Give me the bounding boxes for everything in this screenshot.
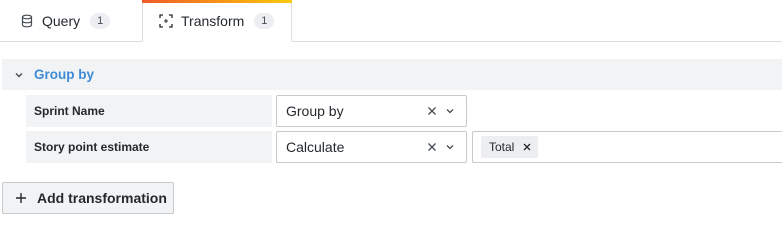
tab-query[interactable]: Query 1 bbox=[20, 0, 111, 42]
active-tab-indicator bbox=[142, 0, 292, 3]
transformation-title: Group by bbox=[34, 67, 94, 82]
group-by-header[interactable]: Group by bbox=[2, 59, 782, 90]
action-select-story-point-estimate[interactable]: Calculate bbox=[276, 131, 467, 163]
database-icon bbox=[20, 14, 34, 28]
add-transformation-button[interactable]: Add transformation bbox=[2, 182, 174, 214]
action-select-value: Group by bbox=[286, 103, 344, 119]
tab-transform[interactable]: Transform 1 bbox=[142, 0, 292, 42]
action-select-value: Calculate bbox=[286, 139, 345, 155]
tab-transform-count-badge: 1 bbox=[254, 12, 275, 29]
calculations-multiselect[interactable]: Total bbox=[472, 131, 782, 163]
plus-icon bbox=[15, 192, 27, 204]
calculation-tag-label: Total bbox=[489, 140, 515, 154]
tab-query-label: Query bbox=[42, 13, 81, 29]
transform-icon bbox=[159, 13, 173, 28]
field-label-sprint-name: Sprint Name bbox=[26, 95, 272, 127]
tab-transform-label: Transform bbox=[181, 12, 245, 29]
chevron-down-icon[interactable] bbox=[444, 141, 456, 153]
chevron-down-icon[interactable] bbox=[444, 105, 456, 117]
chevron-down-icon[interactable] bbox=[13, 69, 25, 81]
field-label-story-point-estimate: Story point estimate bbox=[26, 131, 272, 163]
calculation-tag: Total bbox=[481, 136, 539, 158]
add-transformation-label: Add transformation bbox=[37, 190, 167, 206]
tab-query-count-badge: 1 bbox=[90, 13, 111, 29]
remove-tag-icon[interactable] bbox=[522, 142, 532, 152]
action-select-sprint-name[interactable]: Group by bbox=[276, 95, 467, 127]
clear-icon[interactable] bbox=[426, 105, 438, 117]
tab-bar: Query 1 Transform 1 bbox=[0, 0, 782, 42]
clear-icon[interactable] bbox=[426, 141, 438, 153]
